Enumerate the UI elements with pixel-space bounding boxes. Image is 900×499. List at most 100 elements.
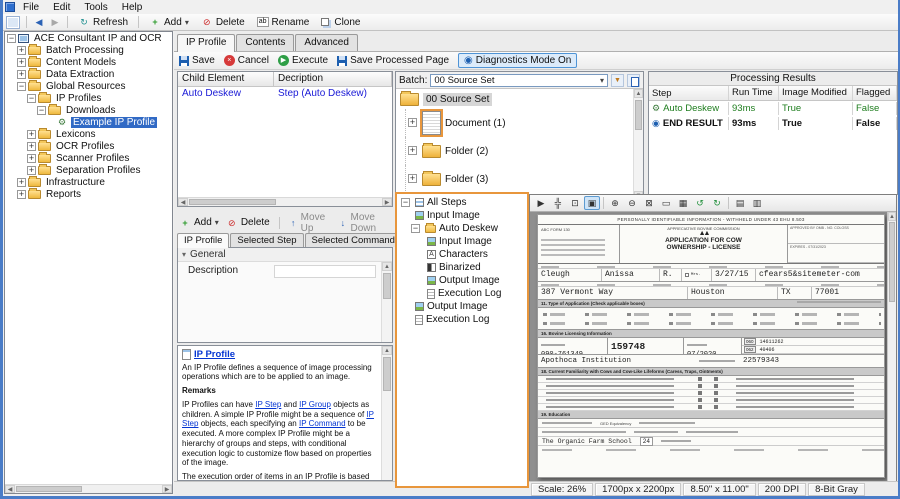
collapse-icon[interactable]: [17, 82, 26, 91]
column-child-element[interactable]: Child Element: [178, 72, 274, 86]
property-value-field[interactable]: [274, 265, 376, 278]
scroll-thumb[interactable]: [383, 357, 391, 391]
menu-tools[interactable]: Tools: [78, 2, 113, 13]
diagnostics-mode-toggle[interactable]: ◉ Diagnostics Mode On: [458, 53, 577, 68]
ip-command-link[interactable]: IP Command: [299, 419, 346, 428]
move-down-button[interactable]: ↓ Move Down: [338, 212, 391, 234]
actual-size-icon[interactable]: ▦: [675, 196, 691, 210]
magnifier-icon[interactable]: ▣: [584, 196, 600, 210]
tree-item-ip-profiles[interactable]: IP Profiles: [5, 92, 172, 104]
collapse-icon[interactable]: [37, 106, 46, 115]
scroll-thumb[interactable]: [383, 273, 391, 299]
scroll-track[interactable]: [15, 485, 162, 493]
tree-item-reports[interactable]: Reports: [5, 188, 172, 200]
expand-icon[interactable]: [408, 174, 417, 183]
delete-step-button[interactable]: ⊘ Delete: [226, 217, 270, 229]
tree-item-data-extraction[interactable]: Data Extraction: [5, 68, 172, 80]
collapse-icon[interactable]: [401, 198, 410, 207]
expand-icon[interactable]: [408, 146, 417, 155]
tree-item-global-resources[interactable]: Global Resources: [5, 80, 172, 92]
result-row-auto-deskew[interactable]: ⚙Auto Deskew 93ms True False: [649, 101, 897, 116]
tree-item-infrastructure[interactable]: Infrastructure: [5, 176, 172, 188]
column-run-time[interactable]: Run Time: [729, 86, 779, 100]
menu-edit[interactable]: Edit: [47, 2, 76, 13]
delete-button[interactable]: ⊘ Delete: [197, 14, 249, 30]
column-step[interactable]: Step: [649, 86, 729, 100]
step-item-characters[interactable]: Characters: [397, 248, 527, 261]
expand-icon[interactable]: [17, 58, 26, 67]
tree-item-content-models[interactable]: Content Models: [5, 56, 172, 68]
scroll-right-icon[interactable]: ▶: [382, 198, 392, 206]
save-processed-page-button[interactable]: Save Processed Page: [337, 55, 449, 66]
scroll-track[interactable]: [188, 198, 382, 206]
fit-page-icon[interactable]: ⊠: [641, 196, 657, 210]
print-icon[interactable]: ▤: [732, 196, 748, 210]
pointer-icon[interactable]: ▶: [533, 196, 549, 210]
expand-icon[interactable]: [408, 118, 417, 127]
scroll-left-icon[interactable]: ◀: [178, 198, 188, 206]
step-item-auto-deskew[interactable]: Auto Deskew: [397, 222, 527, 235]
expand-icon[interactable]: [17, 70, 26, 79]
tab-ip-profile[interactable]: IP Profile: [177, 34, 235, 52]
scroll-thumb[interactable]: [189, 199, 276, 205]
vertical-scrollbar[interactable]: ▲: [381, 346, 392, 480]
column-description[interactable]: Decription: [274, 72, 392, 86]
expand-icon[interactable]: [27, 130, 36, 139]
filter-icon[interactable]: ▼: [611, 74, 624, 87]
tree-item-downloads[interactable]: Downloads: [5, 104, 172, 116]
rotate-right-icon[interactable]: ↻: [709, 196, 725, 210]
vertical-scrollbar[interactable]: ▲: [381, 262, 392, 342]
step-item-output-image[interactable]: Output Image: [397, 300, 527, 313]
horizontal-scrollbar[interactable]: ◀ ▶: [178, 197, 392, 206]
tree-item-separation-profiles[interactable]: Separation Profiles: [5, 164, 172, 176]
column-flagged[interactable]: Flagged: [853, 86, 897, 100]
view-page-icon[interactable]: [627, 74, 640, 87]
tree-item-lexicons[interactable]: Lexicons: [5, 128, 172, 140]
tree-item-scanner-profiles[interactable]: Scanner Profiles: [5, 152, 172, 164]
menu-file[interactable]: File: [17, 2, 45, 13]
tree-item-root[interactable]: ACE Consultant IP and OCR: [5, 32, 172, 44]
scroll-thumb[interactable]: [16, 486, 82, 492]
expand-icon[interactable]: [17, 178, 26, 187]
export-icon[interactable]: ▥: [749, 196, 765, 210]
step-item-all-steps[interactable]: All Steps: [397, 196, 527, 209]
scroll-up-icon[interactable]: ▲: [382, 262, 392, 271]
collapse-icon[interactable]: [27, 94, 36, 103]
scroll-right-icon[interactable]: ▶: [162, 485, 172, 493]
viewer-canvas[interactable]: PERSONALLY IDENTIFIABLE INFORMATION - WI…: [530, 212, 887, 481]
vertical-scrollbar[interactable]: ▲: [887, 212, 896, 481]
rename-button[interactable]: ab Rename: [253, 15, 314, 30]
cancel-button[interactable]: × Cancel: [224, 55, 269, 66]
clone-button[interactable]: Clone: [317, 15, 364, 30]
table-row[interactable]: Auto Deskew Step (Auto Deskew): [178, 87, 392, 101]
expand-icon[interactable]: [27, 166, 36, 175]
forward-icon[interactable]: ▶: [49, 16, 61, 28]
tree-item-ocr-profiles[interactable]: OCR Profiles: [5, 140, 172, 152]
column-image-modified[interactable]: Image Modified: [779, 86, 853, 100]
add-step-button[interactable]: + Add ▾: [179, 217, 219, 229]
batch-select[interactable]: 00 Source Set ▾: [430, 74, 608, 87]
menu-help[interactable]: Help: [116, 2, 149, 13]
result-row-end-result[interactable]: ◉END RESULT 93ms True False: [649, 116, 897, 131]
rotate-left-icon[interactable]: ↺: [692, 196, 708, 210]
tree-item-example-ip-profile[interactable]: Example IP Profile: [5, 116, 172, 128]
add-button[interactable]: + Add ▾: [145, 14, 193, 30]
execute-button[interactable]: ▶ Execute: [278, 55, 328, 66]
tab-contents[interactable]: Contents: [236, 34, 294, 51]
scroll-thumb[interactable]: [889, 222, 895, 302]
scroll-thumb[interactable]: [635, 100, 642, 130]
back-icon[interactable]: ◀: [33, 16, 45, 28]
tab-advanced[interactable]: Advanced: [295, 34, 357, 51]
zoom-out-icon[interactable]: ⊖: [624, 196, 640, 210]
zoom-select-icon[interactable]: ⊡: [567, 196, 583, 210]
expand-icon[interactable]: [27, 142, 36, 151]
tab-ip-profile-detail[interactable]: IP Profile: [177, 233, 229, 248]
expand-icon[interactable]: [17, 46, 26, 55]
tree-item-batch-processing[interactable]: Batch Processing: [5, 44, 172, 56]
property-row-description[interactable]: Description: [178, 262, 392, 281]
batch-item-source-set[interactable]: 00 Source Set: [396, 89, 633, 109]
zoom-in-icon[interactable]: ⊕: [607, 196, 623, 210]
refresh-button[interactable]: ↻ Refresh: [74, 14, 132, 30]
vertical-scrollbar[interactable]: ▲ ▼: [633, 89, 643, 200]
property-group-header[interactable]: ▾ General: [178, 248, 392, 262]
